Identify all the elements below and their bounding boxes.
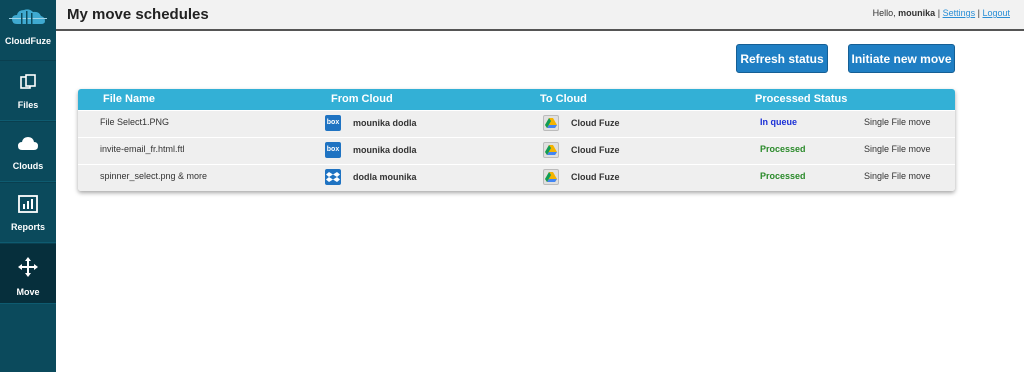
status-badge: Processed xyxy=(760,144,806,154)
files-icon xyxy=(20,74,36,89)
table-header: File Name From Cloud To Cloud Processed … xyxy=(78,89,955,110)
column-header-to-cloud: To Cloud xyxy=(540,93,587,105)
refresh-status-button[interactable]: Refresh status xyxy=(736,44,828,73)
move-type: Single File move xyxy=(864,171,931,181)
google-drive-icon xyxy=(543,142,559,158)
file-name: spinner_select.png & more xyxy=(100,171,208,181)
to-cloud: Cloud Fuze xyxy=(543,169,620,185)
file-name: File Select1.PNG xyxy=(100,117,170,127)
move-icon xyxy=(18,257,38,277)
separator: | xyxy=(977,8,980,18)
sidebar-item-clouds[interactable]: Clouds xyxy=(0,121,56,182)
from-cloud-name: dodla mounika xyxy=(353,172,417,182)
brand: CloudFuze xyxy=(0,0,56,60)
status-badge: Processed xyxy=(760,171,806,181)
box-icon: box xyxy=(325,115,341,131)
sidebar-item-label: Files xyxy=(17,100,39,110)
to-cloud: Cloud Fuze xyxy=(543,142,620,158)
user-bar: Hello, mounika | Settings | Logout xyxy=(873,8,1010,18)
from-cloud: box mounika dodla xyxy=(325,142,417,158)
google-drive-icon xyxy=(543,169,559,185)
settings-link[interactable]: Settings xyxy=(943,8,976,18)
from-cloud: dodla mounika xyxy=(325,169,417,185)
from-cloud-name: mounika dodla xyxy=(353,145,417,155)
table-row[interactable]: invite-email_fr.html.ftl box mounika dod… xyxy=(78,137,955,164)
sidebar-item-reports[interactable]: Reports xyxy=(0,182,56,243)
status-badge: In queue xyxy=(760,117,798,127)
move-type: Single File move xyxy=(864,144,931,154)
app-name: CloudFuze xyxy=(5,36,51,46)
dropbox-icon xyxy=(325,169,341,185)
table-row[interactable]: File Select1.PNG box mounika dodla Cloud… xyxy=(78,110,955,137)
logout-link[interactable]: Logout xyxy=(982,8,1010,18)
username: mounika xyxy=(898,8,936,18)
to-cloud-name: Cloud Fuze xyxy=(571,172,620,182)
sidebar-item-label: Reports xyxy=(10,222,45,232)
table-row[interactable]: spinner_select.png & more dodla mounika … xyxy=(78,164,955,191)
separator: | xyxy=(937,8,941,18)
from-cloud: box mounika dodla xyxy=(325,115,417,131)
sidebar-item-files[interactable]: Files xyxy=(0,60,56,121)
to-cloud-name: Cloud Fuze xyxy=(571,118,620,128)
sidebar: CloudFuze Files Clouds Reports Move xyxy=(0,0,56,372)
file-name: invite-email_fr.html.ftl xyxy=(100,144,185,154)
column-header-file-name: File Name xyxy=(103,93,155,105)
cloud-icon xyxy=(18,137,38,150)
column-header-processed-status: Processed Status xyxy=(755,93,848,105)
sidebar-item-label: Move xyxy=(16,287,40,297)
move-schedules-table: File Name From Cloud To Cloud Processed … xyxy=(78,89,955,191)
to-cloud: Cloud Fuze xyxy=(543,115,620,131)
page-title: My move schedules xyxy=(67,6,209,23)
greeting-text: Hello, xyxy=(872,8,896,18)
reports-icon xyxy=(18,195,38,213)
column-header-from-cloud: From Cloud xyxy=(331,93,393,105)
cloudfuze-logo-icon xyxy=(9,9,47,24)
from-cloud-name: mounika dodla xyxy=(353,118,417,128)
box-icon: box xyxy=(325,142,341,158)
move-type: Single File move xyxy=(864,117,931,127)
google-drive-icon xyxy=(543,115,559,131)
top-bar: My move schedules Hello, mounika | Setti… xyxy=(56,0,1024,31)
to-cloud-name: Cloud Fuze xyxy=(571,145,620,155)
sidebar-item-move[interactable]: Move xyxy=(0,243,56,304)
initiate-new-move-button[interactable]: Initiate new move xyxy=(848,44,955,73)
sidebar-item-label: Clouds xyxy=(12,161,44,171)
